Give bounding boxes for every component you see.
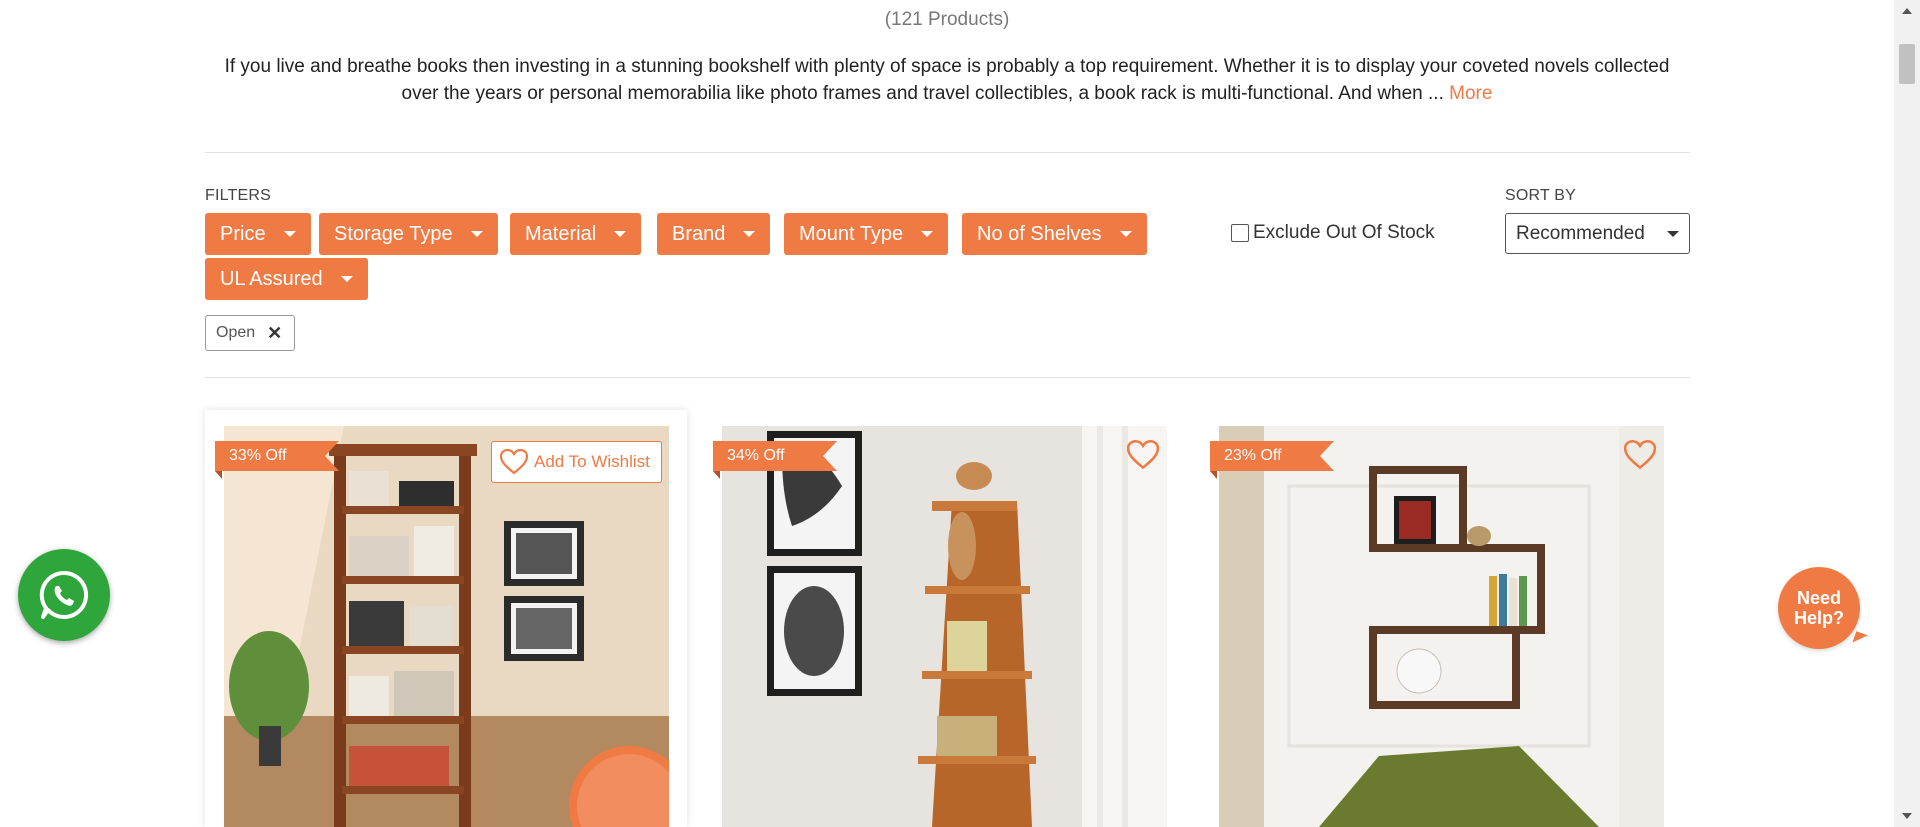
filter-mount-type-button[interactable]: Mount Type [784, 213, 949, 255]
need-help-button[interactable]: Need Help? [1778, 567, 1860, 649]
wishlist-heart-button[interactable] [1126, 440, 1160, 472]
caret-down-icon [283, 231, 296, 237]
filter-label: Material [525, 222, 597, 245]
filters-label: FILTERS [205, 187, 272, 204]
close-icon[interactable]: ✕ [267, 323, 282, 344]
discount-label: 33% Off [229, 447, 287, 464]
discount-badge: 33% Off [215, 441, 339, 479]
caret-down-icon [1667, 231, 1679, 237]
wishlist-label: Add To Wishlist [534, 452, 650, 471]
heart-icon [1623, 440, 1657, 470]
add-to-wishlist-button[interactable]: Add To Wishlist [491, 441, 662, 483]
caret-down-icon [340, 276, 353, 282]
active-filter-chip[interactable]: Open ✕ [205, 315, 295, 351]
scrollbar-thumb[interactable] [1899, 44, 1915, 84]
filter-label: Brand [672, 222, 726, 245]
sort-selected-value: Recommended [1516, 222, 1645, 244]
filter-label: Storage Type [334, 222, 453, 245]
discount-label: 34% Off [727, 447, 785, 464]
sort-select[interactable]: Recommended [1505, 213, 1690, 254]
page-scrollbar[interactable] [1894, 0, 1920, 827]
heart-icon [1126, 440, 1160, 470]
product-image-bookshelf[interactable] [224, 426, 669, 827]
caret-down-icon [470, 231, 483, 237]
wishlist-heart-button[interactable] [1623, 440, 1657, 472]
caret-down-icon [1119, 231, 1132, 237]
caret-down-icon [921, 231, 934, 237]
caret-down-icon [614, 231, 627, 237]
need-help-label: Need Help? [1793, 588, 1844, 628]
scroll-down-arrow-icon[interactable] [1902, 813, 1912, 819]
scroll-up-arrow-icon[interactable] [1902, 8, 1912, 14]
filter-label: UL Assured [220, 267, 323, 290]
filter-material-button[interactable]: Material [510, 213, 642, 255]
discount-badge: 23% Off [1210, 441, 1334, 479]
filter-label: Mount Type [799, 222, 904, 245]
filter-storage-type-button[interactable]: Storage Type [319, 213, 498, 255]
exclude-out-of-stock-label: Exclude Out Of Stock [1253, 222, 1435, 243]
checkbox-box[interactable] [1231, 224, 1249, 242]
product-image-wall-shelf[interactable] [1219, 426, 1664, 827]
filter-label: Price [220, 222, 266, 245]
divider [205, 152, 1690, 153]
category-description: If you live and breathe books then inves… [205, 53, 1689, 107]
discount-label: 23% Off [1224, 447, 1282, 464]
whatsapp-icon [39, 570, 89, 619]
filter-brand-button[interactable]: Brand [657, 213, 771, 255]
product-image-corner-shelf[interactable] [722, 426, 1167, 827]
filter-price-button[interactable]: Price [205, 213, 311, 255]
divider [205, 377, 1690, 378]
heart-icon [500, 449, 528, 475]
sort-by-label: SORT BY [1505, 187, 1577, 204]
filter-no-of-shelves-button[interactable]: No of Shelves [962, 213, 1147, 255]
product-count: (121 Products) [884, 9, 1010, 30]
read-more-link[interactable]: More [1449, 83, 1492, 104]
whatsapp-chat-button[interactable] [18, 549, 110, 641]
exclude-out-of-stock-checkbox[interactable]: Exclude Out Of Stock [1231, 222, 1435, 244]
discount-badge: 34% Off [713, 441, 837, 479]
filter-ul-assured-button[interactable]: UL Assured [205, 258, 368, 300]
filter-label: No of Shelves [977, 222, 1102, 245]
chip-label: Open [216, 324, 256, 341]
caret-down-icon [743, 231, 756, 237]
